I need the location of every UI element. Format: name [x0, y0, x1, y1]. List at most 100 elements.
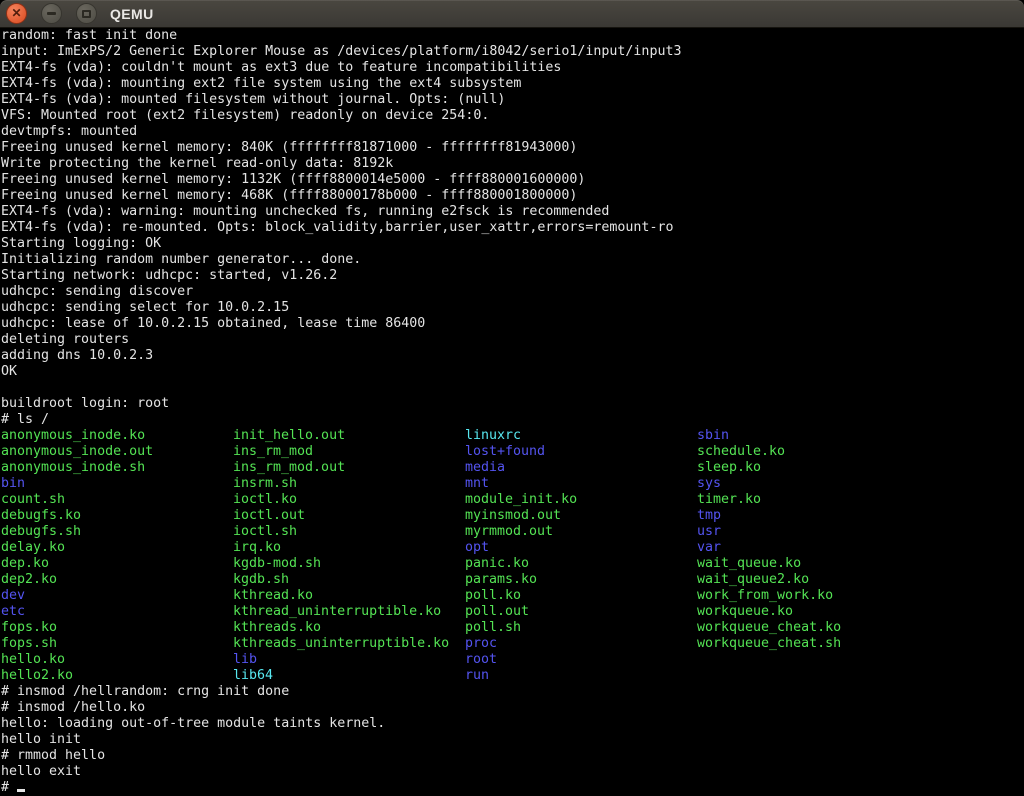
minimize-button[interactable]: [41, 3, 62, 24]
terminal-line: # rmmod hello: [1, 748, 1024, 764]
ls-entry: ins_rm_mod: [233, 444, 465, 460]
ls-entry: media: [465, 460, 697, 476]
ls-entry: workqueue.ko: [697, 604, 841, 620]
ls-entry: debugfs.ko: [1, 508, 233, 524]
terminal-line: udhcpc: sending select for 10.0.2.15: [1, 300, 1024, 316]
terminal-line: EXT4-fs (vda): re-mounted. Opts: block_v…: [1, 220, 1024, 236]
terminal-line: OK: [1, 364, 1024, 380]
terminal-line: Freeing unused kernel memory: 468K (ffff…: [1, 188, 1024, 204]
ls-entry: mnt: [465, 476, 697, 492]
terminal-line: Starting network: udhcpc: started, v1.26…: [1, 268, 1024, 284]
terminal-line: # insmod /hellrandom: crng init done: [1, 684, 1024, 700]
terminal-line: Initializing random number generator... …: [1, 252, 1024, 268]
ls-entry: dep2.ko: [1, 572, 233, 588]
terminal-line: udhcpc: lease of 10.0.2.15 obtained, lea…: [1, 316, 1024, 332]
ls-entry: kgdb-mod.sh: [233, 556, 465, 572]
qemu-window: ✕ QEMU random: fast init doneinput: ImEx…: [0, 0, 1024, 796]
terminal-line: Starting logging: OK: [1, 236, 1024, 252]
ls-output: anonymous_inode.koanonymous_inode.outano…: [1, 428, 1024, 684]
ls-entry: lib64: [233, 668, 465, 684]
terminal-line: devtmpfs: mounted: [1, 124, 1024, 140]
terminal-line: EXT4-fs (vda): warning: mounting uncheck…: [1, 204, 1024, 220]
terminal-line: adding dns 10.0.2.3: [1, 348, 1024, 364]
ls-entry: ioctl.sh: [233, 524, 465, 540]
ls-entry: poll.sh: [465, 620, 697, 636]
close-button[interactable]: ✕: [6, 3, 27, 24]
ls-entry: wait_queue2.ko: [697, 572, 841, 588]
ls-entry: debugfs.sh: [1, 524, 233, 540]
ls-column: sbinschedule.kosleep.kosystimer.kotmpusr…: [697, 428, 841, 684]
terminal-screen[interactable]: random: fast init doneinput: ImExPS/2 Ge…: [0, 28, 1024, 796]
terminal-line: hello exit: [1, 764, 1024, 780]
ls-entry: wait_queue.ko: [697, 556, 841, 572]
ls-entry: root: [465, 652, 697, 668]
ls-entry: fops.sh: [1, 636, 233, 652]
ls-entry: lost+found: [465, 444, 697, 460]
maximize-button[interactable]: [76, 3, 97, 24]
ls-entry: ins_rm_mod.out: [233, 460, 465, 476]
ls-entry: myinsmod.out: [465, 508, 697, 524]
ls-entry: panic.ko: [465, 556, 697, 572]
terminal-line: Freeing unused kernel memory: 840K (ffff…: [1, 140, 1024, 156]
ls-entry: count.sh: [1, 492, 233, 508]
terminal-line: udhcpc: sending discover: [1, 284, 1024, 300]
window-titlebar[interactable]: ✕ QEMU: [0, 0, 1024, 28]
ls-entry: tmp: [697, 508, 841, 524]
terminal-line: # ls /: [1, 412, 1024, 428]
terminal-line: hello init: [1, 732, 1024, 748]
shell-prompt: #: [1, 780, 1024, 796]
ls-entry: kgdb.sh: [233, 572, 465, 588]
terminal-line: hello: loading out-of-tree module taints…: [1, 716, 1024, 732]
terminal-line: [1, 380, 1024, 396]
ls-entry: work_from_work.ko: [697, 588, 841, 604]
ls-entry: sys: [697, 476, 841, 492]
ls-entry: irq.ko: [233, 540, 465, 556]
ls-entry: var: [697, 540, 841, 556]
ls-entry: kthreads.ko: [233, 620, 465, 636]
ls-entry: insrm.sh: [233, 476, 465, 492]
ls-entry: poll.ko: [465, 588, 697, 604]
ls-entry: init_hello.out: [233, 428, 465, 444]
ls-entry: ioctl.ko: [233, 492, 465, 508]
ls-entry: myrmmod.out: [465, 524, 697, 540]
terminal-line: Freeing unused kernel memory: 1132K (fff…: [1, 172, 1024, 188]
terminal-line: random: fast init done: [1, 28, 1024, 44]
terminal-line: Write protecting the kernel read-only da…: [1, 156, 1024, 172]
ls-entry: sleep.ko: [697, 460, 841, 476]
ls-column: linuxrclost+foundmediamntmodule_init.kom…: [465, 428, 697, 684]
ls-entry: module_init.ko: [465, 492, 697, 508]
ls-entry: poll.out: [465, 604, 697, 620]
terminal-line: buildroot login: root: [1, 396, 1024, 412]
ls-entry: lib: [233, 652, 465, 668]
terminal-line: input: ImExPS/2 Generic Explorer Mouse a…: [1, 44, 1024, 60]
terminal-cursor: [17, 789, 25, 792]
terminal-line: VFS: Mounted root (ext2 filesystem) read…: [1, 108, 1024, 124]
ls-column: anonymous_inode.koanonymous_inode.outano…: [1, 428, 233, 684]
ls-entry: timer.ko: [697, 492, 841, 508]
ls-entry: opt: [465, 540, 697, 556]
ls-entry: fops.ko: [1, 620, 233, 636]
ls-entry: dep.ko: [1, 556, 233, 572]
ls-entry: anonymous_inode.ko: [1, 428, 233, 444]
ls-entry: kthreads_uninterruptible.ko: [233, 636, 465, 652]
ls-entry: hello.ko: [1, 652, 233, 668]
terminal-line: deleting routers: [1, 332, 1024, 348]
terminal-line: EXT4-fs (vda): mounted filesystem withou…: [1, 92, 1024, 108]
ls-entry: workqueue_cheat.sh: [697, 636, 841, 652]
close-icon: ✕: [11, 7, 21, 19]
ls-entry: etc: [1, 604, 233, 620]
ls-entry: ioctl.out: [233, 508, 465, 524]
ls-entry: proc: [465, 636, 697, 652]
ls-entry: workqueue_cheat.ko: [697, 620, 841, 636]
minimize-icon: [47, 12, 56, 15]
ls-column: init_hello.outins_rm_modins_rm_mod.outin…: [233, 428, 465, 684]
ls-entry: kthread_uninterruptible.ko: [233, 604, 465, 620]
ls-entry: usr: [697, 524, 841, 540]
ls-entry: anonymous_inode.out: [1, 444, 233, 460]
terminal-line: # insmod /hello.ko: [1, 700, 1024, 716]
terminal-line: EXT4-fs (vda): couldn't mount as ext3 du…: [1, 60, 1024, 76]
ls-entry: params.ko: [465, 572, 697, 588]
ls-entry: linuxrc: [465, 428, 697, 444]
ls-entry: hello2.ko: [1, 668, 233, 684]
ls-entry: sbin: [697, 428, 841, 444]
